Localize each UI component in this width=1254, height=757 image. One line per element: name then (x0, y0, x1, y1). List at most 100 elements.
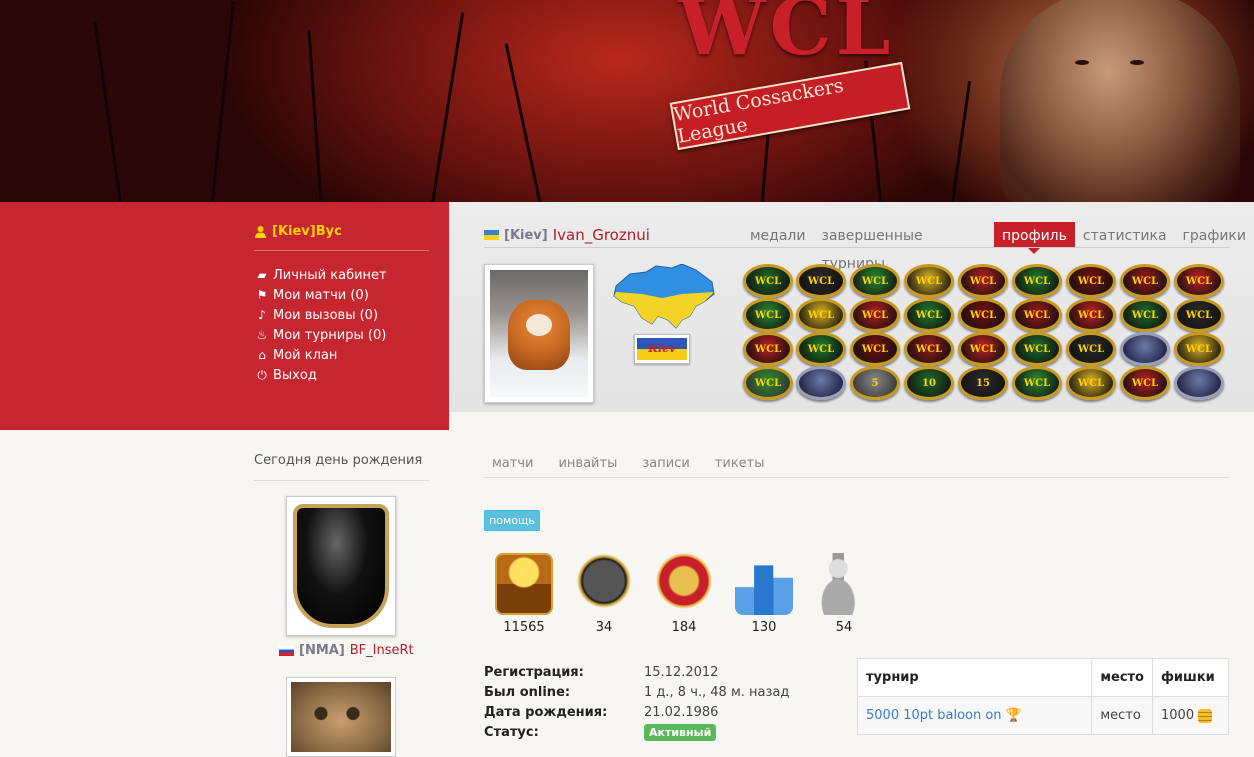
medal-icon[interactable]: WCL (850, 298, 900, 332)
site-logo[interactable]: WCL (678, 0, 895, 73)
menu-item-cabinet[interactable]: ▰ Личный кабинет (255, 265, 386, 285)
medal-icon[interactable]: WCL (1066, 366, 1116, 400)
medal-icon[interactable] (1120, 332, 1170, 366)
folder-icon: ▰ (257, 268, 267, 282)
profile-info: Регистрация: 15.12.2012 Был online: 1 д., … (484, 662, 789, 742)
column-tournament: турнир (856, 658, 1093, 697)
stat-losses: 54 (804, 553, 884, 635)
medal-icon[interactable]: WCL (1174, 332, 1224, 366)
medal-icon[interactable]: WCL (1174, 264, 1224, 298)
medal-icon[interactable]: 10 (904, 366, 954, 400)
medal-icon[interactable]: WCL (743, 366, 793, 400)
sub-tabs: матчи инвайты записи тикеты (484, 456, 765, 471)
medal-icon[interactable]: 5 (850, 366, 900, 400)
medal-icon[interactable]: WCL (743, 264, 793, 298)
column-place: место (1091, 658, 1153, 697)
info-row: Статус: Активный (484, 722, 789, 742)
tab-tickets[interactable]: тикеты (707, 456, 765, 471)
medal-icon[interactable]: WCL (1066, 298, 1116, 332)
help-button[interactable]: помощь (484, 510, 540, 531)
chess-pawn-icon (815, 553, 873, 615)
medal-icon[interactable]: WCL (850, 264, 900, 298)
menu-item-clan[interactable]: ⌂ Мой клан (255, 345, 387, 365)
tournament-table: турнир место фишки 5000 10pt baloon on 🏆… (856, 658, 1229, 735)
medal-icon[interactable]: 15 (958, 366, 1008, 400)
birthday-avatar[interactable] (286, 496, 396, 636)
medal-icon[interactable]: WCL (850, 332, 900, 366)
menu-item-matches[interactable]: ⚑ Мои матчи (0) (255, 285, 387, 305)
medal-icon[interactable]: WCL (1174, 298, 1224, 332)
info-row: Был online: 1 д., 8 ч., 48 м. назад (484, 684, 790, 700)
flag-icon: ⚑ (256, 288, 268, 302)
power-icon: ⏻ (257, 367, 267, 382)
profile-title: [Kiev] Ivan_Groznui (484, 226, 650, 244)
tournament-link[interactable]: 5000 10pt baloon on (866, 708, 1002, 723)
column-chips: фишки (1152, 658, 1229, 697)
info-row: Регистрация: 15.12.2012 (484, 664, 719, 680)
table-row: 5000 10pt baloon on 🏆 место 1000 (856, 696, 1229, 735)
podium-icon (735, 565, 793, 615)
trophy-icon: 🏆 (1005, 708, 1022, 723)
stat-medals: 34 (564, 553, 644, 635)
medal-icon[interactable]: WCL (958, 264, 1008, 298)
medal-icon[interactable]: WCL (1012, 332, 1062, 366)
medal-icon[interactable]: WCL (958, 332, 1008, 366)
shield-emblem-icon (293, 504, 389, 628)
current-user[interactable]: [Kiev]Bус (254, 224, 342, 239)
ukraine-map-icon (613, 264, 715, 329)
medal-icon[interactable]: WCL (904, 264, 954, 298)
medal-icon[interactable]: WCL (796, 264, 846, 298)
treasure-chest-icon (495, 553, 553, 615)
profile-clan[interactable]: [Kiev] (504, 228, 548, 243)
medal-icon[interactable]: WCL (1066, 332, 1116, 366)
tab-profile[interactable]: профиль (994, 222, 1075, 254)
tab-charts[interactable]: графики (1175, 222, 1254, 248)
bell-icon: ♪ (258, 308, 266, 322)
medal-icon[interactable] (796, 366, 846, 400)
cossack-image (1000, 0, 1240, 202)
tab-finished-tournaments[interactable]: завершенные турниры (813, 222, 994, 272)
coins-icon (1198, 708, 1213, 723)
divider (484, 247, 1229, 248)
medal-icon[interactable]: WCL (904, 332, 954, 366)
menu-item-tournaments[interactable]: ♨ Мои турниры (0) (255, 325, 387, 345)
medal-icon[interactable]: WCL (796, 298, 846, 332)
medal-icon[interactable]: WCL (958, 298, 1008, 332)
stat-coins: 11565 (484, 553, 564, 635)
profile-tabs: медали завершенные турниры профиль стати… (742, 222, 1254, 272)
menu-item-challenges[interactable]: ♪ Мои вызовы (0) (255, 305, 387, 325)
tab-matches[interactable]: матчи (484, 456, 533, 471)
ocelot-image (291, 682, 391, 752)
home-icon: ⌂ (258, 348, 266, 362)
tab-medals[interactable]: медали (742, 222, 813, 248)
stat-wins: 130 (724, 553, 804, 635)
tab-invites[interactable]: инвайты (550, 456, 617, 471)
medal-icon[interactable] (1174, 366, 1224, 400)
medal-icon[interactable]: WCL (743, 332, 793, 366)
menu-item-logout[interactable]: ⏻ Выход (255, 365, 387, 385)
medal-icon[interactable]: WCL (1012, 298, 1062, 332)
header-banner: WCL World Cossackers League (0, 0, 1254, 202)
medal-icon[interactable]: WCL (904, 298, 954, 332)
medal-icon[interactable]: WCL (1120, 264, 1170, 298)
medal-icon[interactable]: WCL (796, 332, 846, 366)
medal-icon[interactable]: WCL (1012, 264, 1062, 298)
birthday-user[interactable]: [NMA] BF_InseRt (279, 643, 414, 658)
medal-icon[interactable]: WCL (1012, 366, 1062, 400)
tab-statistics[interactable]: статистика (1075, 222, 1175, 248)
fire-icon: ♨ (256, 328, 268, 342)
birthday-title: Сегодня день рождения (254, 453, 423, 468)
user-menu: ▰ Личный кабинет ⚑ Мои матчи (0) ♪ Мои вызо… (255, 265, 387, 385)
medal-icon[interactable]: WCL (1120, 298, 1170, 332)
medal-icon[interactable]: WCL (743, 298, 793, 332)
divider (254, 250, 429, 251)
profile-avatar (484, 264, 594, 403)
chips-value: 1000 (1161, 708, 1195, 723)
medal-icon[interactable]: WCL (1066, 264, 1116, 298)
medal-icon[interactable]: WCL (1120, 366, 1170, 400)
birthday-avatar-2[interactable] (286, 677, 396, 757)
city-badge: Kiev (634, 334, 690, 364)
info-row: Дата рождения: 21.02.1986 (484, 704, 719, 720)
tab-records[interactable]: записи (634, 456, 689, 471)
stat-games: 184 (644, 553, 724, 635)
